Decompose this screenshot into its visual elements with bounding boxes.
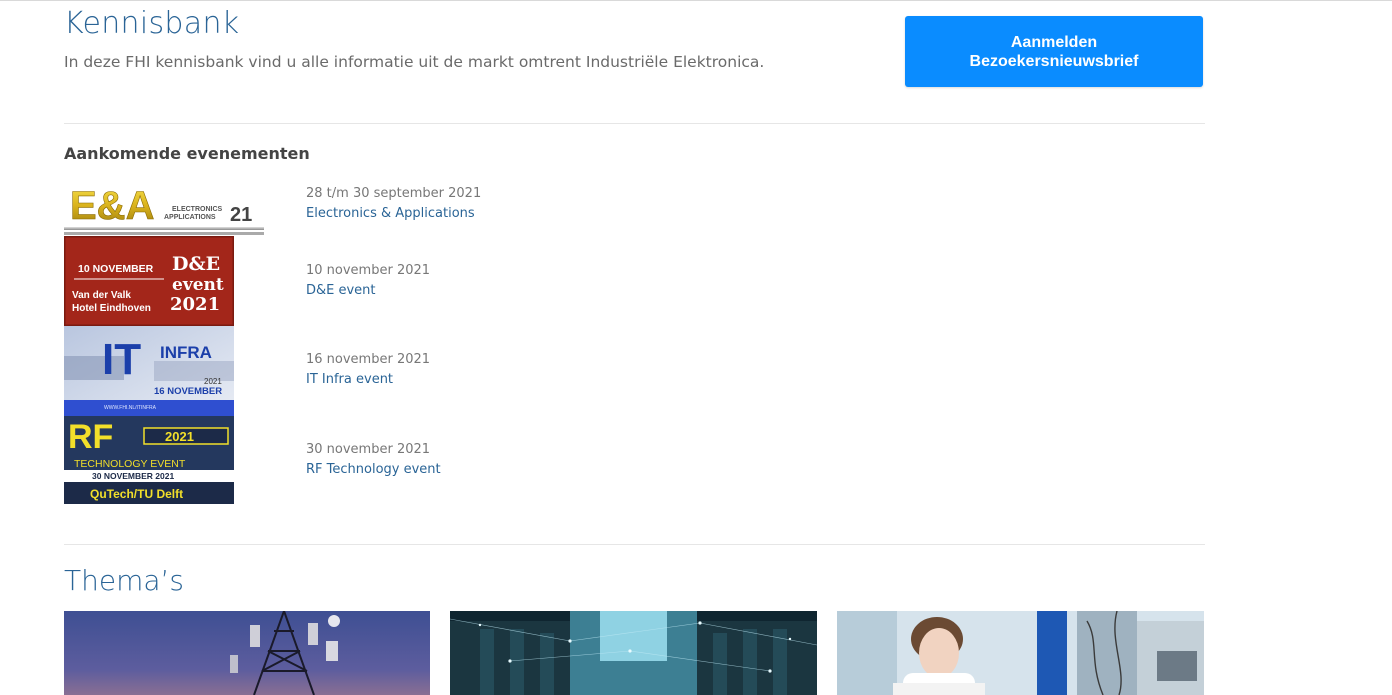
rf-logo-word: TECHNOLOGY EVENT xyxy=(74,458,186,470)
event-link-de-event[interactable]: D&E event xyxy=(306,283,376,298)
rf-logo-image: RF 2021 TECHNOLOGY EVENT 30 NOVEMBER 202… xyxy=(64,416,234,504)
event-link-electronics-applications[interactable]: Electronics & Applications xyxy=(306,206,475,221)
rf-logo-venue: QuTech/TU Delft xyxy=(90,487,183,501)
de-logo-venue2: Hotel Eindhoven xyxy=(72,303,151,314)
it-infra-logo-it: IT xyxy=(102,335,141,384)
event-link-rf-technology[interactable]: RF Technology event xyxy=(306,462,441,477)
it-infra-logo-word: INFRA xyxy=(160,343,212,362)
de-logo-venue1: Van der Valk xyxy=(72,290,131,301)
de-logo-brand: D&E xyxy=(172,253,220,275)
it-infra-logo-day: 16 NOVEMBER xyxy=(154,386,222,397)
rf-logo-day: 30 NOVEMBER 2021 xyxy=(92,471,174,481)
de-logo-word: event xyxy=(172,275,224,295)
it-infra-logo-year: 2021 xyxy=(204,377,222,386)
it-infra-logo-url: WWW.FHI.NL/ITINFRA xyxy=(104,405,157,411)
event-date: 16 november 2021 xyxy=(306,352,431,367)
newsletter-signup-button[interactable]: Aanmelden Bezoekersnieuwsbrief xyxy=(905,16,1203,87)
event-date: 28 t/m 30 september 2021 xyxy=(306,186,482,201)
themes-title: Thema’s xyxy=(64,564,184,597)
event-logo-it-infra[interactable]: IT INFRA 2021 16 NOVEMBER WWW.FHI.NL/ITI… xyxy=(64,326,234,416)
newsletter-button-line2: Bezoekersnieuwsbrief xyxy=(969,52,1139,70)
events-heading: Aankomende evenementen xyxy=(64,144,310,163)
it-infra-logo-image: IT INFRA 2021 16 NOVEMBER WWW.FHI.NL/ITI… xyxy=(64,326,234,416)
section-divider xyxy=(64,544,1205,545)
event-link-it-infra[interactable]: IT Infra event xyxy=(306,372,393,387)
ea-logo-sub1: ELECTRONICS xyxy=(172,206,223,213)
event-logo-electronics-applications[interactable]: E&A ELECTRONICS APPLICATIONS 21 xyxy=(64,179,264,236)
ea-logo-main: E&A xyxy=(70,184,154,228)
de-logo-year: 2021 xyxy=(170,294,220,315)
theme-card-datacenter[interactable] xyxy=(450,611,817,695)
de-logo-day: 10 NOVEMBER xyxy=(78,263,154,275)
rf-logo-year: 2021 xyxy=(165,429,194,444)
event-date: 10 november 2021 xyxy=(306,263,431,278)
event-logo-de-event[interactable]: 10 NOVEMBER Van der Valk Hotel Eindhoven… xyxy=(64,236,234,326)
ea-logo-image: E&A ELECTRONICS APPLICATIONS 21 xyxy=(64,179,264,236)
page-title: Kennisbank xyxy=(64,6,240,41)
ea-logo-year: 21 xyxy=(230,204,252,226)
datacenter-photo xyxy=(450,611,817,695)
ea-logo-sub2: APPLICATIONS xyxy=(164,214,216,221)
lab-technician-photo xyxy=(837,611,1204,695)
page-intro: In deze FHI kennisbank vind u alle infor… xyxy=(64,53,765,71)
theme-card-lab[interactable] xyxy=(837,611,1204,695)
theme-card-telecom[interactable] xyxy=(64,611,430,695)
newsletter-button-line1: Aanmelden xyxy=(1010,33,1098,51)
de-logo-image: 10 NOVEMBER Van der Valk Hotel Eindhoven… xyxy=(64,236,234,326)
event-date: 30 november 2021 xyxy=(306,442,431,457)
top-border xyxy=(0,0,1392,1)
rf-logo-rf: RF xyxy=(68,418,113,456)
section-divider xyxy=(64,123,1205,124)
telecom-tower-photo xyxy=(64,611,430,695)
event-logo-rf-technology[interactable]: RF 2021 TECHNOLOGY EVENT 30 NOVEMBER 202… xyxy=(64,416,234,504)
